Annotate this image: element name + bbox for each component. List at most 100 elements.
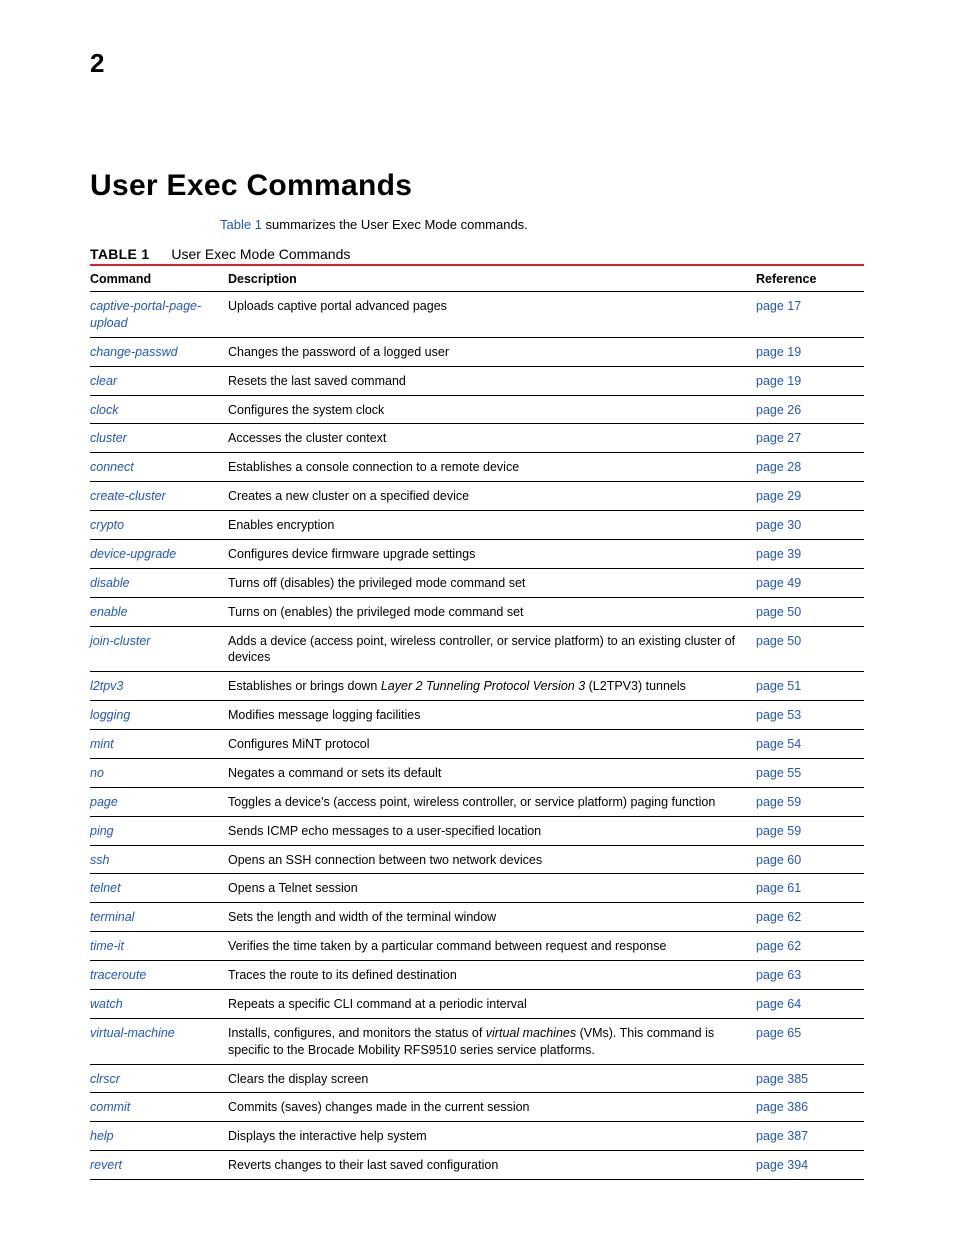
command-name[interactable]: help bbox=[90, 1129, 114, 1143]
table-row: l2tpv3Establishes or brings down Layer 2… bbox=[90, 672, 864, 701]
table-row: mintConfigures MiNT protocolpage 54 bbox=[90, 730, 864, 759]
command-description: Modifies message logging facilities bbox=[228, 701, 756, 730]
command-name[interactable]: ssh bbox=[90, 853, 109, 867]
page-reference[interactable]: page 27 bbox=[756, 431, 801, 445]
page-reference[interactable]: page 49 bbox=[756, 576, 801, 590]
page-reference[interactable]: page 60 bbox=[756, 853, 801, 867]
command-name[interactable]: crypto bbox=[90, 518, 124, 532]
col-header-reference: Reference bbox=[756, 265, 864, 292]
intro-text: summarizes the User Exec Mode commands. bbox=[262, 217, 528, 232]
page-title: User Exec Commands bbox=[90, 169, 864, 203]
command-name[interactable]: revert bbox=[90, 1158, 122, 1172]
page-reference[interactable]: page 19 bbox=[756, 345, 801, 359]
table-row: virtual-machine Installs, configures, and… bbox=[90, 1018, 864, 1064]
command-name[interactable]: change-passwd bbox=[90, 345, 178, 359]
command-name[interactable]: time-it bbox=[90, 939, 124, 953]
command-name[interactable]: clock bbox=[90, 403, 118, 417]
page-reference[interactable]: page 53 bbox=[756, 708, 801, 722]
page-reference[interactable]: page 386 bbox=[756, 1100, 808, 1114]
command-name[interactable]: telnet bbox=[90, 881, 121, 895]
command-description: Uploads captive portal advanced pages bbox=[228, 292, 756, 338]
chapter-number: 2 bbox=[90, 48, 864, 79]
command-name[interactable]: commit bbox=[90, 1100, 130, 1114]
page-reference[interactable]: page 61 bbox=[756, 881, 801, 895]
command-description: Adds a device (access point, wireless co… bbox=[228, 626, 756, 672]
command-name[interactable]: logging bbox=[90, 708, 130, 722]
command-name[interactable]: virtual-machine bbox=[90, 1026, 175, 1040]
command-description: Traces the route to its defined destinat… bbox=[228, 961, 756, 990]
page-reference[interactable]: page 17 bbox=[756, 299, 801, 313]
page-reference[interactable]: page 385 bbox=[756, 1072, 808, 1086]
commands-table: Command Description Reference captive-po… bbox=[90, 264, 864, 1180]
command-description: Sends ICMP echo messages to a user-speci… bbox=[228, 816, 756, 845]
page-reference[interactable]: page 51 bbox=[756, 679, 801, 693]
command-description: Clears the display screen bbox=[228, 1064, 756, 1093]
table-row: device-upgrade Configures device firmware… bbox=[90, 539, 864, 568]
command-description: Configures the system clock bbox=[228, 395, 756, 424]
command-name[interactable]: device-upgrade bbox=[90, 547, 176, 561]
command-name[interactable]: connect bbox=[90, 460, 134, 474]
command-description: Sets the length and width of the termina… bbox=[228, 903, 756, 932]
table-row: cryptoEnables encryptionpage 30 bbox=[90, 511, 864, 540]
command-name[interactable]: disable bbox=[90, 576, 130, 590]
table-row: traceroute Traces the route to its define… bbox=[90, 961, 864, 990]
command-name[interactable]: mint bbox=[90, 737, 114, 751]
col-header-command: Command bbox=[90, 265, 228, 292]
table-row: connectEstablishes a console connection … bbox=[90, 453, 864, 482]
page-reference[interactable]: page 55 bbox=[756, 766, 801, 780]
page-reference[interactable]: page 59 bbox=[756, 795, 801, 809]
table-header-row: Command Description Reference bbox=[90, 265, 864, 292]
command-name[interactable]: join-cluster bbox=[90, 634, 150, 648]
command-name[interactable]: watch bbox=[90, 997, 123, 1011]
command-name[interactable]: traceroute bbox=[90, 968, 146, 982]
page-reference[interactable]: page 29 bbox=[756, 489, 801, 503]
page-reference[interactable]: page 30 bbox=[756, 518, 801, 532]
table-link[interactable]: Table 1 bbox=[220, 217, 262, 232]
command-name[interactable]: l2tpv3 bbox=[90, 679, 123, 693]
command-name[interactable]: captive-portal-page-upload bbox=[90, 299, 201, 330]
command-name[interactable]: clrscr bbox=[90, 1072, 120, 1086]
page-reference[interactable]: page 50 bbox=[756, 605, 801, 619]
table-row: clock Configures the system clockpage 26 bbox=[90, 395, 864, 424]
page-reference[interactable]: page 39 bbox=[756, 547, 801, 561]
page-reference[interactable]: page 63 bbox=[756, 968, 801, 982]
table-row: disable Turns off (disables) the privileg… bbox=[90, 568, 864, 597]
command-name[interactable]: ping bbox=[90, 824, 114, 838]
table-row: helpDisplays the interactive help system… bbox=[90, 1122, 864, 1151]
page-reference[interactable]: page 28 bbox=[756, 460, 801, 474]
command-description: Accesses the cluster context bbox=[228, 424, 756, 453]
command-name[interactable]: enable bbox=[90, 605, 128, 619]
command-description: Turns off (disables) the privileged mode… bbox=[228, 568, 756, 597]
command-description: Negates a command or sets its default bbox=[228, 758, 756, 787]
command-name[interactable]: no bbox=[90, 766, 104, 780]
table-row: clrscr Clears the display screenpage 385 bbox=[90, 1064, 864, 1093]
command-description: Creates a new cluster on a specified dev… bbox=[228, 482, 756, 511]
table-row: terminal Sets the length and width of the… bbox=[90, 903, 864, 932]
intro-paragraph: Table 1 summarizes the User Exec Mode co… bbox=[220, 217, 864, 232]
page-reference[interactable]: page 387 bbox=[756, 1129, 808, 1143]
page-reference[interactable]: page 54 bbox=[756, 737, 801, 751]
table-row: watchRepeats a specific CLI command at a… bbox=[90, 989, 864, 1018]
command-description: Installs, configures, and monitors the s… bbox=[228, 1018, 756, 1064]
command-name[interactable]: create-cluster bbox=[90, 489, 166, 503]
command-name[interactable]: clear bbox=[90, 374, 117, 388]
page-reference[interactable]: page 62 bbox=[756, 910, 801, 924]
page-reference[interactable]: page 64 bbox=[756, 997, 801, 1011]
table-row: captive-portal-page-upload Uploads captiv… bbox=[90, 292, 864, 338]
command-name[interactable]: terminal bbox=[90, 910, 134, 924]
table-row: logging Modifies message logging faciliti… bbox=[90, 701, 864, 730]
table-row: create-cluster Creates a new cluster on a… bbox=[90, 482, 864, 511]
page-reference[interactable]: page 59 bbox=[756, 824, 801, 838]
table-row: telnetOpens a Telnet sessionpage 61 bbox=[90, 874, 864, 903]
page-reference[interactable]: page 62 bbox=[756, 939, 801, 953]
command-name[interactable]: cluster bbox=[90, 431, 127, 445]
page-reference[interactable]: page 394 bbox=[756, 1158, 808, 1172]
table-row: enableTurns on (enables) the privileged … bbox=[90, 597, 864, 626]
page-reference[interactable]: page 19 bbox=[756, 374, 801, 388]
command-name[interactable]: page bbox=[90, 795, 118, 809]
document-page: 2 User Exec Commands Table 1 summarizes … bbox=[0, 0, 954, 1240]
page-reference[interactable]: page 26 bbox=[756, 403, 801, 417]
command-description: Configures device firmware upgrade setti… bbox=[228, 539, 756, 568]
page-reference[interactable]: page 50 bbox=[756, 634, 801, 648]
page-reference[interactable]: page 65 bbox=[756, 1026, 801, 1040]
